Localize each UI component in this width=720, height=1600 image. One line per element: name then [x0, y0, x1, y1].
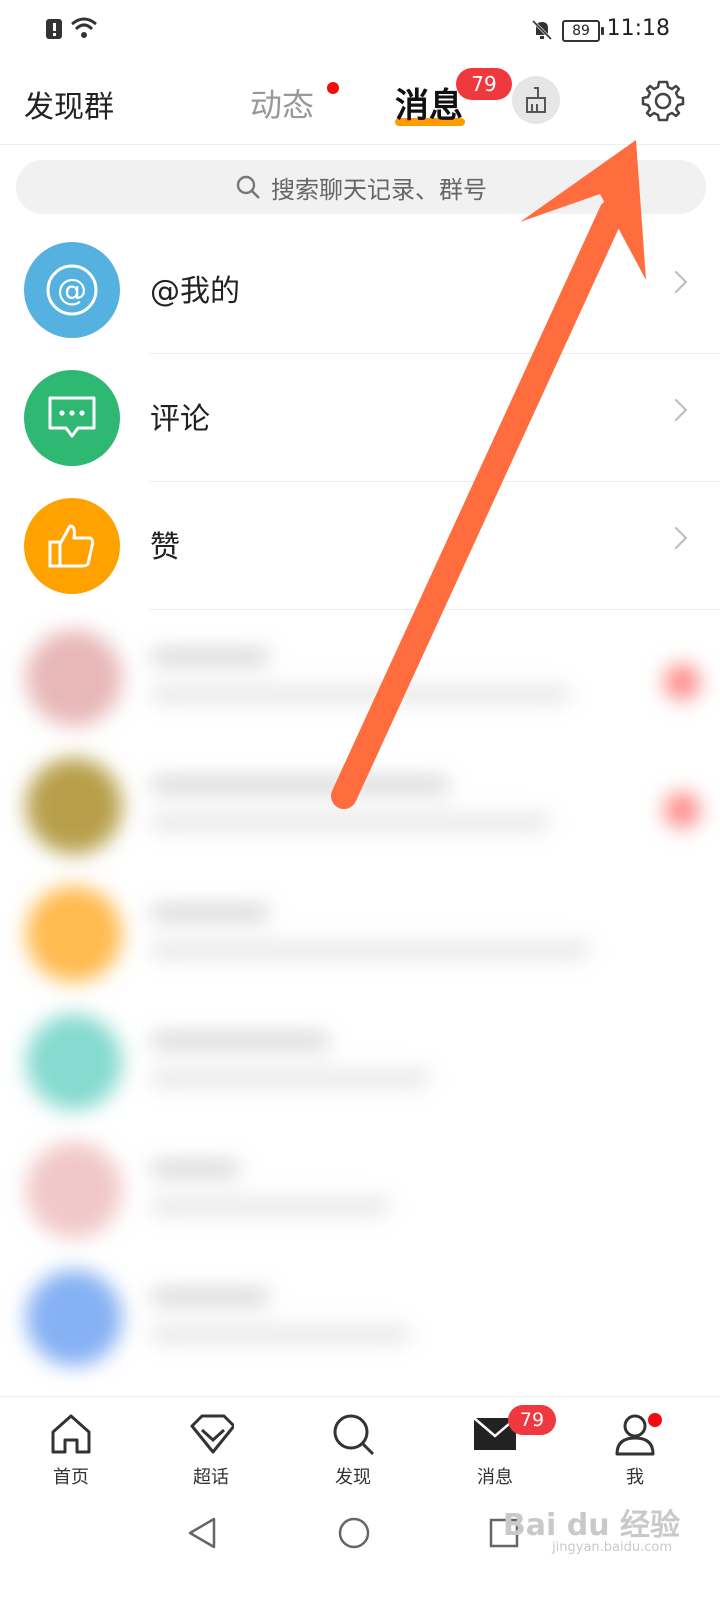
list-item-mentions[interactable]: @ @我的: [0, 226, 720, 354]
tab-discover[interactable]: 发现: [308, 1411, 398, 1489]
conversation-row-blurred[interactable]: [0, 742, 720, 870]
tab-messages[interactable]: 消息: [395, 78, 463, 127]
conversation-row-blurred[interactable]: [0, 1254, 720, 1382]
gear-icon: [641, 80, 685, 122]
comments-avatar: [24, 370, 120, 466]
status-time: 11:18: [606, 16, 670, 41]
tab-me-dot: [648, 1413, 662, 1427]
thumbs-up-icon: [48, 524, 95, 568]
search-icon: [236, 175, 260, 199]
discover-groups-link[interactable]: 发现群: [24, 82, 114, 126]
at-icon: @: [46, 264, 98, 316]
list-item-comments[interactable]: 评论: [0, 354, 720, 482]
search-icon: [333, 1414, 375, 1456]
messages-badge: 79: [456, 68, 512, 100]
tab-messages-badge: 79: [508, 1405, 556, 1435]
home-nav-icon[interactable]: [336, 1515, 372, 1551]
svg-text:@: @: [57, 273, 87, 308]
chevron-right-icon: [664, 526, 688, 550]
list-item-likes[interactable]: 赞: [0, 482, 720, 610]
watermark-logo: Bai du 经验: [502, 1508, 680, 1543]
settings-button[interactable]: [640, 78, 686, 124]
conversation-row-blurred[interactable]: [0, 870, 720, 998]
chevron-right-icon: [664, 398, 688, 422]
mute-bell-icon: [531, 19, 553, 41]
conversation-row-blurred[interactable]: [0, 1126, 720, 1254]
back-nav-icon[interactable]: [186, 1516, 218, 1550]
watermark-url: jingyan.baidu.com: [552, 1540, 672, 1555]
tab-super-topic-label: 超话: [193, 1467, 229, 1488]
clear-unread-button[interactable]: [512, 76, 560, 124]
status-bar: 89 11:18: [0, 0, 720, 60]
top-header: 发现群 动态 消息 79: [0, 60, 720, 145]
mentions-avatar: @: [24, 242, 120, 338]
home-icon: [51, 1414, 91, 1454]
tab-me[interactable]: 我: [590, 1411, 680, 1489]
tab-dynamic[interactable]: 动态: [250, 80, 314, 126]
comments-label: 评论: [150, 402, 210, 437]
search-placeholder: 搜索聊天记录、群号: [271, 175, 487, 204]
tab-home[interactable]: 首页: [26, 1411, 116, 1489]
tab-messages-label: 消息: [477, 1467, 513, 1488]
alert-icon: [46, 19, 62, 39]
likes-label: 赞: [150, 530, 180, 565]
mentions-label: @我的: [150, 274, 240, 309]
comment-icon: [48, 396, 96, 438]
broom-icon: [526, 87, 546, 113]
diamond-icon: [190, 1414, 234, 1454]
likes-avatar: [24, 498, 120, 594]
tab-discover-label: 发现: [335, 1467, 371, 1488]
tab-super-topic[interactable]: 超话: [166, 1411, 256, 1489]
tab-home-label: 首页: [53, 1467, 89, 1488]
bottom-tab-bar: 首页 超话 发现 消息 我 79: [0, 1396, 720, 1507]
divider: [150, 609, 720, 610]
conversation-row-blurred[interactable]: [0, 614, 720, 742]
search-input[interactable]: 搜索聊天记录、群号: [16, 160, 706, 214]
chevron-right-icon: [664, 270, 688, 294]
tab-dynamic-dot: [327, 82, 339, 94]
battery-indicator: 89: [562, 20, 604, 42]
wifi-icon: [71, 17, 97, 38]
tab-me-label: 我: [626, 1467, 644, 1488]
conversation-row-blurred[interactable]: [0, 998, 720, 1126]
